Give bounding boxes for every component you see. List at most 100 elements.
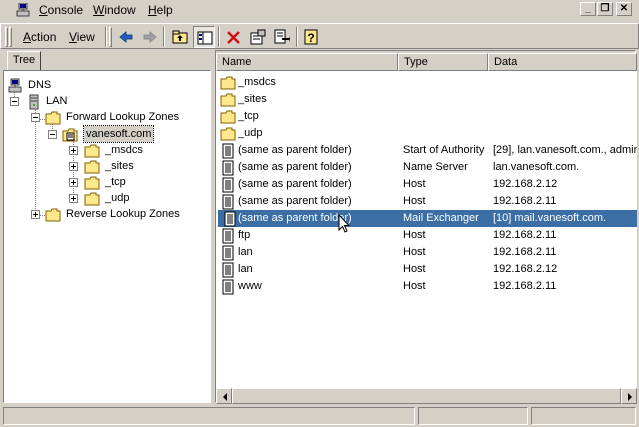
show-hide-tree-button[interactable] bbox=[193, 26, 215, 48]
tree-item-forward-lookup-zones[interactable]: Forward Lookup Zones bbox=[4, 109, 212, 125]
tree-item-msdcs[interactable]: _msdcs bbox=[4, 142, 204, 158]
tree-item-dns[interactable]: DNS bbox=[4, 77, 204, 93]
toolbar-separator bbox=[296, 27, 298, 47]
view-menu[interactable]: View bbox=[69, 30, 95, 44]
toolbar-grip-2[interactable] bbox=[9, 27, 12, 47]
list-item-record[interactable]: www Host 192.168.2.11 bbox=[216, 278, 637, 295]
menu-help[interactable]: Help bbox=[148, 3, 173, 17]
list-item-folder[interactable]: _sites bbox=[216, 91, 637, 108]
list-item-record[interactable]: (same as parent folder) Name Server lan.va… bbox=[216, 159, 637, 176]
tab-tree[interactable]: Tree bbox=[7, 51, 41, 70]
scrollbar-thumb[interactable] bbox=[232, 388, 621, 404]
minimize-button[interactable]: _ bbox=[580, 2, 596, 16]
cell-type: Start of Authority bbox=[403, 144, 485, 156]
expand-toggle[interactable] bbox=[69, 146, 78, 155]
toolbar-separator bbox=[105, 27, 107, 47]
tree-item-tcp[interactable]: _tcp bbox=[4, 174, 204, 190]
console-tree-icon bbox=[197, 31, 213, 45]
list-item-record[interactable]: (same as parent folder) Start of Authorit… bbox=[216, 142, 637, 159]
toolbar-separator bbox=[218, 27, 220, 47]
tree-item-reverse-lookup-zones[interactable]: Reverse Lookup Zones bbox=[4, 206, 212, 222]
collapse-toggle[interactable] bbox=[48, 130, 57, 139]
forward-arrow-icon bbox=[143, 31, 157, 43]
up-folder-icon bbox=[172, 30, 188, 44]
list-item-record[interactable]: (same as parent folder) Host 192.168.2.12 bbox=[216, 176, 637, 193]
svg-text:?: ? bbox=[307, 31, 314, 45]
tree-pane: Tree DNS LAN Forward Lookup Zones vaneso… bbox=[3, 50, 211, 403]
console-tree[interactable]: DNS LAN Forward Lookup Zones vanesoft.co… bbox=[3, 70, 211, 403]
column-header-name[interactable]: Name bbox=[216, 53, 398, 71]
tree-item-lan[interactable]: LAN bbox=[4, 93, 204, 110]
help-button[interactable]: ? bbox=[301, 26, 323, 48]
list-item-folder[interactable]: _msdcs bbox=[216, 74, 637, 91]
list-item-record[interactable]: (same as parent folder) Host 192.168.2.11 bbox=[216, 193, 637, 210]
tree-item-vanesoft-com[interactable]: vanesoft.com bbox=[4, 125, 204, 143]
cell-name: _sites bbox=[238, 93, 267, 105]
scroll-left-button[interactable] bbox=[216, 388, 232, 404]
cell-name: (same as parent folder) bbox=[238, 212, 352, 224]
cell-name: _udp bbox=[238, 127, 263, 139]
folder-icon bbox=[84, 160, 100, 174]
cell-data: lan.vanesoft.com. bbox=[493, 161, 580, 173]
folder-icon bbox=[84, 144, 100, 158]
toolbar: Action View ? bbox=[0, 23, 639, 49]
status-bar bbox=[0, 405, 639, 427]
restore-button[interactable]: ❐ bbox=[597, 2, 613, 16]
cell-type: Host bbox=[403, 195, 426, 207]
list-item-record[interactable]: lan Host 192.168.2.12 bbox=[216, 261, 637, 278]
folder-icon bbox=[220, 110, 236, 124]
list-item-folder[interactable]: _tcp bbox=[216, 108, 637, 125]
list-item-record[interactable]: lan Host 192.168.2.11 bbox=[216, 244, 637, 261]
forward-button[interactable] bbox=[139, 26, 161, 48]
cell-name: (same as parent folder) bbox=[238, 144, 352, 156]
scroll-right-button[interactable] bbox=[621, 388, 637, 404]
menu-console[interactable]: Console bbox=[39, 3, 83, 17]
toolbar-grip-3[interactable] bbox=[109, 27, 112, 47]
column-header-type[interactable]: Type bbox=[398, 53, 488, 71]
properties-button[interactable] bbox=[247, 26, 269, 48]
collapse-toggle[interactable] bbox=[10, 97, 19, 106]
collapse-toggle[interactable] bbox=[31, 113, 40, 122]
list-item-folder[interactable]: _udp bbox=[216, 125, 637, 142]
menu-bar: Console Window Help _ ❐ ✕ bbox=[0, 0, 639, 21]
status-panel-main bbox=[3, 407, 415, 425]
zone-icon bbox=[62, 128, 78, 142]
back-button[interactable] bbox=[115, 26, 137, 48]
dns-record-icon bbox=[222, 160, 234, 176]
cell-name: lan bbox=[238, 246, 253, 258]
menu-window[interactable]: Window bbox=[93, 3, 136, 17]
dns-record-icon bbox=[222, 143, 234, 159]
close-window-button[interactable]: ✕ bbox=[616, 2, 632, 16]
cell-name: (same as parent folder) bbox=[238, 195, 352, 207]
horizontal-scrollbar[interactable] bbox=[216, 388, 637, 404]
cell-name: ftp bbox=[238, 229, 251, 241]
records-list[interactable]: _msdcs _sites _tcp _udp (same as parent fold… bbox=[216, 71, 637, 388]
export-list-button[interactable] bbox=[271, 26, 293, 48]
up-one-level-button[interactable] bbox=[169, 26, 191, 48]
expand-toggle[interactable] bbox=[69, 178, 78, 187]
tree-item-sites[interactable]: _sites bbox=[4, 158, 204, 174]
cell-type: Name Server bbox=[403, 161, 468, 173]
dns-record-icon bbox=[222, 194, 234, 210]
list-header: Name Type Data bbox=[216, 53, 637, 71]
cell-data: 192.168.2.11 bbox=[493, 246, 557, 258]
cell-name: (same as parent folder) bbox=[238, 178, 352, 190]
delete-button[interactable] bbox=[223, 26, 245, 48]
tree-item-udp[interactable]: _udp bbox=[4, 190, 204, 206]
action-menu[interactable]: Action bbox=[23, 30, 56, 44]
expand-toggle[interactable] bbox=[69, 194, 78, 203]
cell-name: www bbox=[238, 280, 262, 292]
cell-name: _msdcs bbox=[238, 76, 276, 88]
mmc-console-icon[interactable] bbox=[16, 3, 30, 17]
folder-icon bbox=[84, 176, 100, 190]
cell-name: lan bbox=[238, 263, 253, 275]
list-item-record[interactable]: (same as parent folder) Mail Exchanger [10… bbox=[218, 210, 637, 227]
expand-toggle[interactable] bbox=[69, 162, 78, 171]
toolbar-grip[interactable] bbox=[5, 27, 8, 47]
column-header-data[interactable]: Data bbox=[488, 53, 637, 71]
cell-type: Host bbox=[403, 246, 426, 258]
back-arrow-icon bbox=[119, 31, 133, 43]
toolbar-separator bbox=[163, 27, 165, 47]
expand-toggle[interactable] bbox=[31, 210, 40, 219]
list-item-record[interactable]: ftp Host 192.168.2.11 bbox=[216, 227, 637, 244]
